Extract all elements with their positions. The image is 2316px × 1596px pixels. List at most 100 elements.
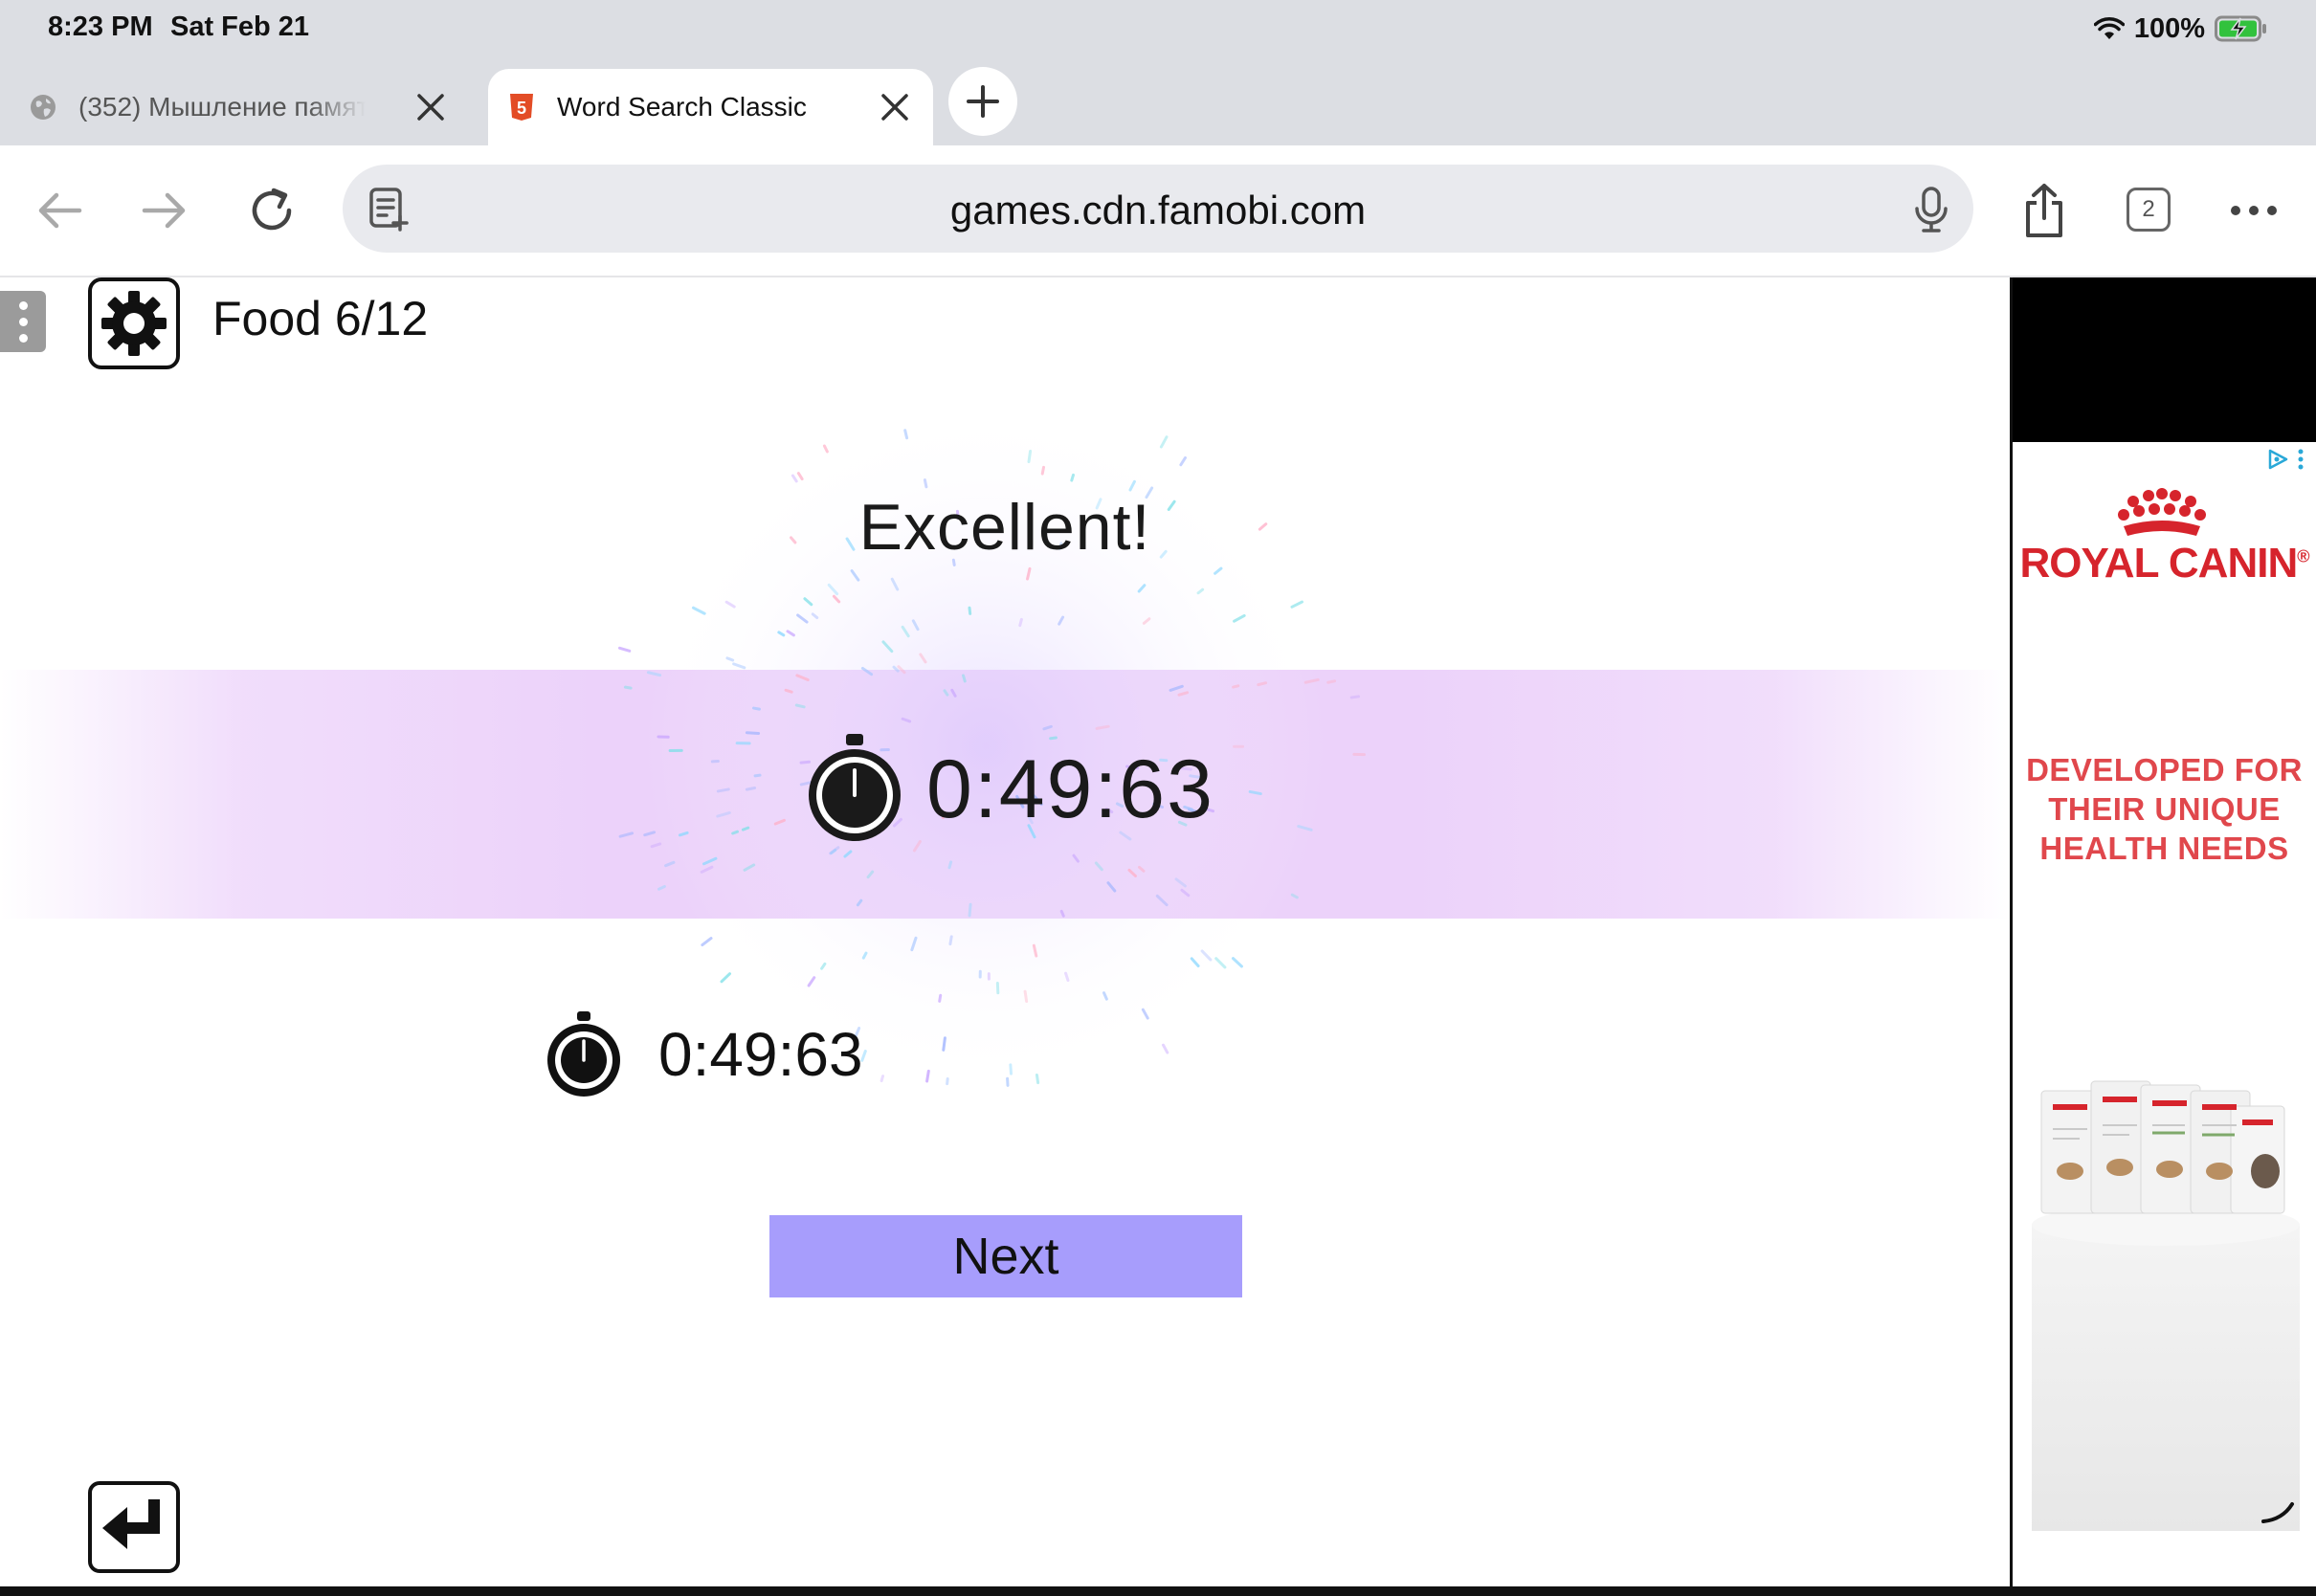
tab-strip: (352) Мышление памят 5 Word Search Class…: [0, 59, 2316, 145]
best-time: 0:49:63: [658, 1020, 863, 1089]
confetti-piece: [657, 884, 666, 891]
ad-brand-name: ROYAL CANIN®: [2019, 540, 2310, 587]
confetti-piece: [1009, 1063, 1013, 1075]
close-icon[interactable]: [413, 90, 448, 124]
best-time-display: 0:49:63: [544, 1007, 863, 1102]
more-menu-button[interactable]: [2225, 182, 2283, 239]
confetti-piece: [968, 606, 972, 615]
close-icon[interactable]: [878, 90, 912, 124]
ad-tagline: DEVELOPED FOR THEIR UNIQUE HEALTH NEEDS: [2026, 752, 2303, 866]
confetti-piece: [1040, 465, 1046, 476]
current-time: 0:49:63: [926, 743, 1214, 835]
confetti-piece: [1326, 679, 1337, 684]
ad-choices[interactable]: [2266, 442, 2305, 477]
next-button[interactable]: Next: [769, 1215, 1242, 1297]
confetti-piece: [925, 1069, 930, 1083]
tab-word-search-classic[interactable]: 5 Word Search Classic: [488, 69, 933, 145]
current-time-display: 0:49:63: [802, 727, 1214, 852]
confetti-piece: [725, 656, 735, 662]
confetti-piece: [751, 706, 761, 711]
confetti-piece: [1027, 449, 1033, 464]
confetti-piece: [784, 688, 793, 694]
arrow-right-icon: [142, 192, 186, 229]
confetti-piece: [753, 773, 762, 778]
return-arrow-icon: [102, 1499, 160, 1549]
html5-icon: 5: [510, 94, 533, 121]
confetti-piece: [1035, 1073, 1040, 1085]
confetti-piece: [617, 646, 632, 653]
confetti-piece: [1257, 681, 1268, 687]
confetti-piece: [741, 826, 750, 831]
gear-icon: [101, 291, 167, 356]
confetti-piece: [1179, 455, 1187, 467]
reload-button[interactable]: [243, 182, 301, 239]
confetti-piece: [923, 478, 928, 489]
globe-icon: [31, 95, 56, 120]
arrow-left-icon: [38, 192, 82, 229]
confetti-piece: [1161, 1043, 1169, 1054]
confetti-piece: [948, 935, 953, 946]
advertisement[interactable]: ROYAL CANIN® DEVELOPED FOR THEIR UNIQUE …: [2010, 277, 2316, 1586]
svg-text:5: 5: [517, 99, 526, 118]
game-canvas: Food 6/12 Excellent! 0:49:63 0:49:63 Nex…: [0, 277, 2010, 1586]
confetti-piece: [903, 429, 909, 440]
confetti-piece: [618, 831, 635, 838]
back-button[interactable]: [31, 182, 88, 239]
confetti-piece: [938, 993, 943, 1003]
battery-charging-icon: [2215, 15, 2266, 42]
microphone-icon[interactable]: [1910, 186, 1952, 233]
confetti-piece: [1070, 473, 1075, 482]
adchoices-icon: [2268, 449, 2288, 470]
confetti-piece: [880, 1075, 885, 1083]
confetti-piece: [1349, 695, 1361, 699]
share-icon: [2026, 184, 2062, 237]
forward-button[interactable]: [136, 182, 193, 239]
stopwatch-icon: [547, 1011, 620, 1097]
more-vertical-icon: [2298, 449, 2304, 470]
status-time: 8:23 PM: [48, 11, 153, 42]
confetti-piece: [1159, 435, 1169, 449]
status-date: Sat Feb 21: [170, 11, 310, 42]
confetti-piece: [968, 902, 972, 918]
level-label: Food 6/12: [212, 292, 429, 345]
address-bar[interactable]: games.cdn.famobi.com: [343, 165, 1973, 253]
tab-mind-memory[interactable]: (352) Мышление памят: [29, 69, 469, 145]
bottom-edge: [0, 1586, 2316, 1596]
wifi-icon: [2093, 17, 2125, 39]
browser-toolbar: games.cdn.famobi.com 2: [0, 145, 2316, 277]
tab-title: Word Search Classic: [557, 92, 807, 122]
confetti-piece: [745, 731, 761, 735]
confetti-piece: [720, 972, 732, 984]
more-icon: [2231, 206, 2277, 215]
battery-percent: 100%: [2133, 12, 2205, 44]
confetti-piece: [745, 786, 757, 791]
return-button[interactable]: [88, 1481, 180, 1573]
result-title: Excellent!: [858, 491, 1151, 564]
share-button[interactable]: [2015, 182, 2073, 239]
confetti-piece: [1023, 989, 1029, 1004]
tab-count-button[interactable]: 2: [2127, 188, 2171, 232]
confetti-piece: [794, 703, 806, 709]
confetti-piece: [947, 860, 953, 870]
status-right: 100%: [2093, 10, 2268, 48]
settings-button[interactable]: [88, 277, 180, 369]
confetti-piece: [1232, 684, 1240, 689]
confetti-piece: [1248, 789, 1262, 796]
confetti-piece: [1018, 617, 1023, 628]
confetti-piece: [731, 830, 739, 835]
confetti-piece: [962, 674, 967, 683]
confetti-piece: [1059, 909, 1065, 918]
stopwatch-icon: [809, 734, 901, 841]
new-tab-button[interactable]: [948, 67, 1017, 136]
status-bar: 8:23 PM Sat Feb 21 100%: [0, 0, 2316, 59]
side-menu-handle[interactable]: [0, 291, 46, 352]
reload-icon: [252, 188, 292, 231]
ad-black-banner: [2013, 277, 2316, 442]
confetti-piece: [716, 787, 730, 793]
ad-product-image: [2032, 1080, 2300, 1531]
confetti-piece: [623, 685, 633, 690]
url-text: games.cdn.famobi.com: [949, 188, 1367, 233]
confetti-piece: [942, 1036, 946, 1052]
confetti-piece: [946, 1077, 949, 1086]
tab-title: (352) Мышление памят: [78, 92, 366, 122]
